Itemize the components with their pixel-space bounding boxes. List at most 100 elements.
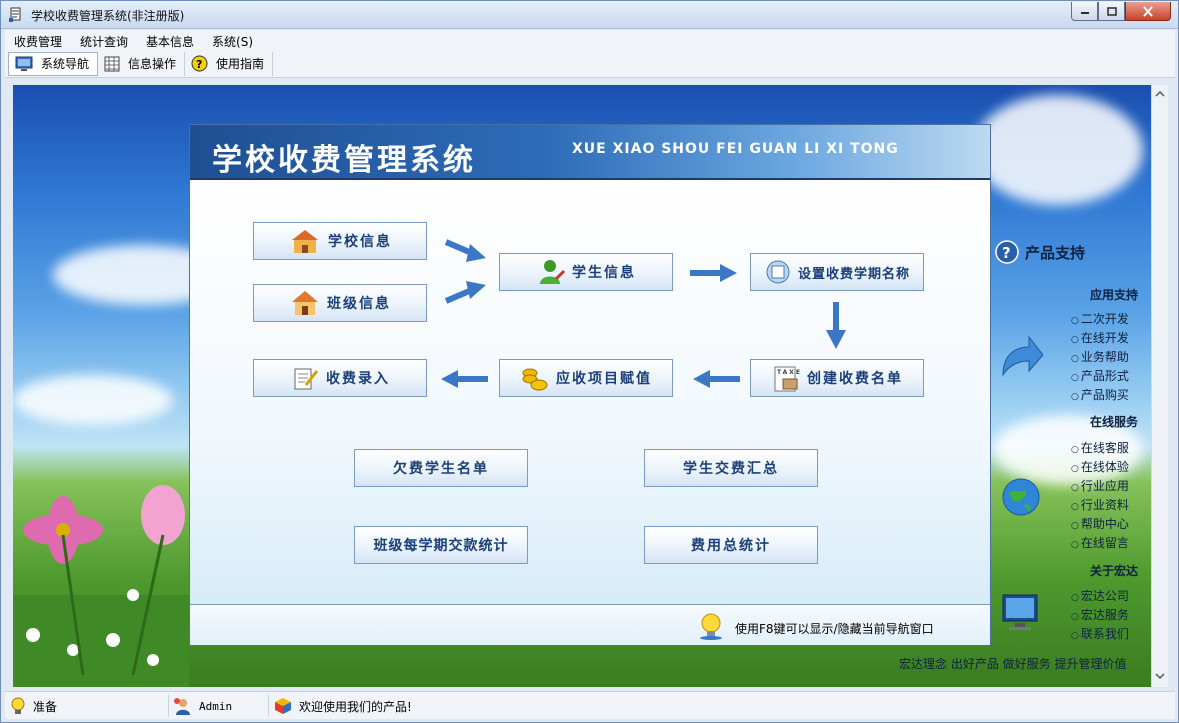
menu-bar: 收费管理 统计查询 基本信息 系统(S): [5, 30, 1175, 50]
footer-hint: 使用F8键可以显示/隐藏当前导航窗口: [735, 622, 934, 636]
panel-footer: 使用F8键可以显示/隐藏当前导航窗口: [190, 604, 990, 645]
link-online-support[interactable]: 在线客服: [1071, 439, 1129, 456]
help-icon: ?: [191, 55, 208, 72]
main-panel: 学校收费管理系统 XUE XIAO SHOU FEI GUAN LI XI TO…: [189, 124, 991, 646]
tax-document-icon: TAXES: [774, 366, 801, 392]
arrow-right-icon: [690, 264, 737, 282]
create-list-button[interactable]: TAXES 创建收费名单: [750, 359, 924, 397]
link-online-development[interactable]: 在线开发: [1071, 329, 1129, 346]
lightbulb-icon: [700, 613, 722, 640]
group-head-about: 关于宏达: [1090, 564, 1139, 578]
app-window: 学校收费管理系统(非注册版) 收费管理 统计查询 基本信息 系统(S) 系统导航: [0, 0, 1179, 723]
class-info-button[interactable]: 班级信息: [253, 284, 427, 322]
close-icon: [1143, 5, 1153, 17]
tab-label: 使用指南: [216, 57, 265, 71]
fee-entry-label: 收费录入: [326, 371, 390, 387]
tab-system-navigation[interactable]: 系统导航: [8, 51, 99, 76]
group-head-online-service: 在线服务: [1090, 415, 1139, 429]
link-online-trial[interactable]: 在线体验: [1071, 458, 1129, 475]
menu-statistics[interactable]: 统计查询: [71, 30, 137, 50]
payment-summary-label: 学生交费汇总: [683, 461, 779, 477]
group-head-app-support: 应用支持: [1090, 288, 1139, 302]
link-product-purchase[interactable]: 产品购买: [1071, 386, 1129, 403]
student-icon: [540, 260, 566, 284]
panel-body: 学校信息 班级信息 学生信息 设置收费学期名称 收费录入 应收项目赋值 TAXE…: [190, 182, 990, 604]
fee-entry-button[interactable]: 收费录入: [253, 359, 427, 397]
arrears-list-button[interactable]: 欠费学生名单: [354, 449, 528, 487]
link-help-center[interactable]: 帮助中心: [1071, 515, 1129, 532]
status-message: 欢迎使用我们的产品!: [273, 695, 673, 717]
arrow-turn-icon: [1002, 335, 1043, 377]
svg-text:TAXES: TAXES: [777, 369, 801, 376]
status-user: Admin: [173, 695, 269, 717]
scroll-up-icon: [1155, 90, 1165, 97]
total-stats-button[interactable]: 费用总统计: [644, 526, 818, 564]
link-services[interactable]: 宏达服务: [1071, 606, 1129, 623]
link-industry-materials[interactable]: 行业资料: [1071, 496, 1129, 513]
arrow-down-icon: [826, 302, 846, 349]
house-icon: [292, 291, 318, 315]
menu-fee-management[interactable]: 收费管理: [5, 30, 71, 50]
school-info-label: 学校信息: [328, 234, 392, 250]
scroll-down-icon: [1155, 673, 1165, 680]
toolbar: 系统导航 信息操作 ? 使用指南: [5, 50, 1175, 78]
menu-system[interactable]: 系统(S): [203, 30, 262, 50]
status-bar: 准备 Admin 欢迎使用我们的产品!: [5, 691, 1175, 719]
link-secondary-development[interactable]: 二次开发: [1071, 310, 1129, 327]
arrow-left-icon: [441, 370, 488, 388]
term-name-button[interactable]: 设置收费学期名称: [750, 253, 924, 291]
class-term-stats-label: 班级每学期交款统计: [373, 538, 509, 554]
close-button[interactable]: [1125, 2, 1171, 21]
assign-items-label: 应收项目赋值: [556, 371, 652, 387]
box-icon: [275, 698, 291, 714]
product-support-title: ? 产品支持: [995, 240, 1085, 264]
minimize-button[interactable]: [1071, 2, 1098, 21]
link-industry-application[interactable]: 行业应用: [1071, 477, 1129, 494]
payment-summary-button[interactable]: 学生交费汇总: [644, 449, 818, 487]
tab-label: 系统导航: [41, 57, 90, 71]
tab-info-operation[interactable]: 信息操作: [98, 51, 186, 76]
total-stats-label: 费用总统计: [691, 538, 771, 554]
school-icon: [292, 230, 318, 253]
arrow-right-down-icon: [444, 239, 486, 262]
vertical-scrollbar[interactable]: [1151, 85, 1168, 687]
school-info-button[interactable]: 学校信息: [253, 222, 427, 260]
maximize-button[interactable]: [1098, 2, 1125, 21]
product-support-label: 产品支持: [1025, 243, 1086, 262]
cloud-decoration: [973, 95, 1143, 205]
cloud-decoration: [13, 375, 173, 425]
link-business-help[interactable]: 业务帮助: [1071, 348, 1129, 365]
panel-header: 学校收费管理系统 XUE XIAO SHOU FEI GUAN LI XI TO…: [190, 125, 990, 180]
tab-label: 信息操作: [128, 57, 177, 71]
class-term-stats-button[interactable]: 班级每学期交款统计: [354, 526, 528, 564]
menu-basic-info[interactable]: 基本信息: [137, 30, 203, 50]
svg-text:?: ?: [1002, 244, 1011, 262]
class-info-label: 班级信息: [327, 296, 391, 312]
bulb-icon: [11, 697, 25, 714]
grid-icon: [104, 56, 120, 71]
status-ready: 准备: [9, 695, 169, 717]
create-list-label: 创建收费名单: [807, 371, 903, 387]
status-ready-text: 准备: [33, 699, 58, 714]
fee-entry-icon: [294, 368, 319, 390]
help-circle-icon: ?: [995, 240, 1019, 264]
status-message-text: 欢迎使用我们的产品!: [299, 699, 412, 714]
monitor-icon: [15, 56, 33, 71]
student-info-button[interactable]: 学生信息: [499, 253, 673, 291]
window-title: 学校收费管理系统(非注册版): [31, 9, 185, 23]
minimize-icon: [1080, 12, 1089, 14]
title-bar: 学校收费管理系统(非注册版): [1, 1, 1178, 29]
arrow-left-icon: [693, 370, 740, 388]
tab-user-guide[interactable]: ? 使用指南: [185, 51, 274, 76]
assign-items-button[interactable]: 应收项目赋值: [499, 359, 673, 397]
link-company[interactable]: 宏达公司: [1071, 587, 1129, 604]
link-online-message[interactable]: 在线留言: [1071, 534, 1129, 551]
settings-document-icon: [766, 260, 790, 284]
user-icon: [174, 698, 190, 715]
link-product-form[interactable]: 产品形式: [1071, 367, 1129, 384]
globe-icon: [1002, 478, 1040, 516]
company-slogan: 宏达理念 出好产品 做好服务 提升管理价值: [899, 657, 1127, 671]
status-user-text: Admin: [199, 699, 233, 713]
link-contact-us[interactable]: 联系我们: [1071, 625, 1129, 642]
student-info-label: 学生信息: [572, 265, 636, 281]
